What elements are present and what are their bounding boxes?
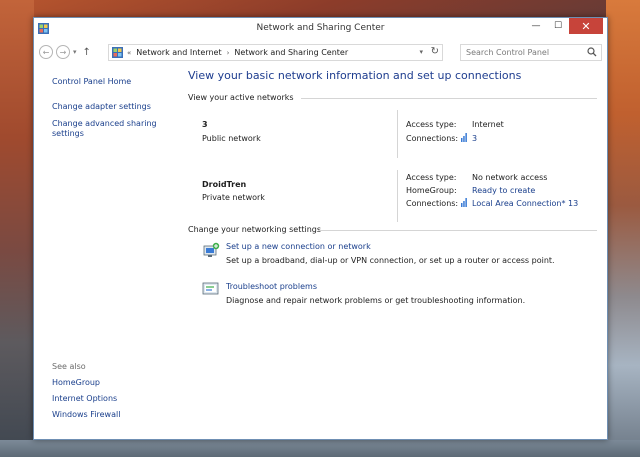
signal-bars-icon [461,133,467,142]
change-advanced-sharing-link[interactable]: Change advanced sharing settings [52,119,162,139]
connections-label: Connections: [406,199,459,208]
navigation-bar: ← → ▾ ↑ « Network and Internet › Network… [34,40,607,64]
connections-label: Connections: [406,134,459,143]
breadcrumb-network-sharing-center[interactable]: Network and Sharing Center [234,48,348,57]
network-name: DroidTren [202,180,247,189]
windows-firewall-link[interactable]: Windows Firewall [52,410,120,420]
network-category: Public network [202,134,261,143]
desktop-wallpaper-left [0,0,34,457]
troubleshoot-link[interactable]: Troubleshoot problems [226,282,317,291]
search-placeholder: Search Control Panel [466,48,550,57]
access-type-label: Access type: [406,120,457,129]
close-button[interactable]: ✕ [569,18,603,34]
new-connection-icon [203,242,220,257]
search-input[interactable]: Search Control Panel [460,44,602,61]
control-panel-icon [112,47,123,58]
internet-options-link[interactable]: Internet Options [52,394,117,404]
homegroup-link[interactable]: HomeGroup [52,378,100,388]
up-button[interactable]: ↑ [83,47,91,58]
search-icon[interactable] [587,47,597,57]
change-adapter-settings-link[interactable]: Change adapter settings [52,102,151,112]
minimize-button[interactable]: — [525,18,547,34]
breadcrumb-network-and-internet[interactable]: Network and Internet [136,48,221,57]
sidebar: Control Panel Home Change adapter settin… [34,64,179,440]
window-title: Network and Sharing Center [256,23,385,33]
address-dropdown-icon[interactable]: ▾ [419,48,423,56]
section-divider [301,98,597,99]
access-type-value: Internet [472,120,504,129]
desktop-wallpaper-bottom [0,440,640,457]
connection-link[interactable]: 3 [472,134,477,143]
title-bar[interactable]: Network and Sharing Center — ☐ ✕ [34,18,607,40]
network-category: Private network [202,193,265,202]
refresh-icon[interactable]: ↻ [431,46,439,57]
networking-settings-heading: Change your networking settings [188,225,322,234]
homegroup-ready-link[interactable]: Ready to create [472,186,535,195]
setup-connection-link[interactable]: Set up a new connection or network [226,242,371,251]
setup-connection-description: Set up a broadband, dial-up or VPN conne… [226,256,555,265]
back-button[interactable]: ← [39,45,53,59]
control-panel-home-link[interactable]: Control Panel Home [52,77,131,87]
access-type-value: No network access [472,173,548,182]
homegroup-label: HomeGroup: [406,186,457,195]
page-title: View your basic network information and … [188,69,522,82]
active-networks-heading: View your active networks [188,93,294,102]
troubleshoot-description: Diagnose and repair network problems or … [226,296,526,305]
network-name: 3 [202,120,208,129]
recent-locations-chevron-icon[interactable]: ▾ [73,48,77,56]
maximize-button[interactable]: ☐ [547,18,569,34]
breadcrumb-overflow-icon[interactable]: « [127,49,131,57]
forward-button[interactable]: → [56,45,70,59]
troubleshoot-icon [202,282,219,295]
address-bar[interactable]: « Network and Internet › Network and Sha… [108,44,443,61]
desktop-wallpaper-right [606,0,640,457]
section-divider [318,230,597,231]
network-divider [397,110,398,158]
network-sharing-window: Network and Sharing Center — ☐ ✕ ← → ▾ ↑… [33,17,608,440]
breadcrumb-separator-icon[interactable]: › [227,49,230,57]
access-type-label: Access type: [406,173,457,182]
connection-link[interactable]: Local Area Connection* 13 [472,199,578,208]
network-divider [397,170,398,222]
see-also-heading: See also [52,362,86,371]
signal-bars-icon [461,198,467,207]
